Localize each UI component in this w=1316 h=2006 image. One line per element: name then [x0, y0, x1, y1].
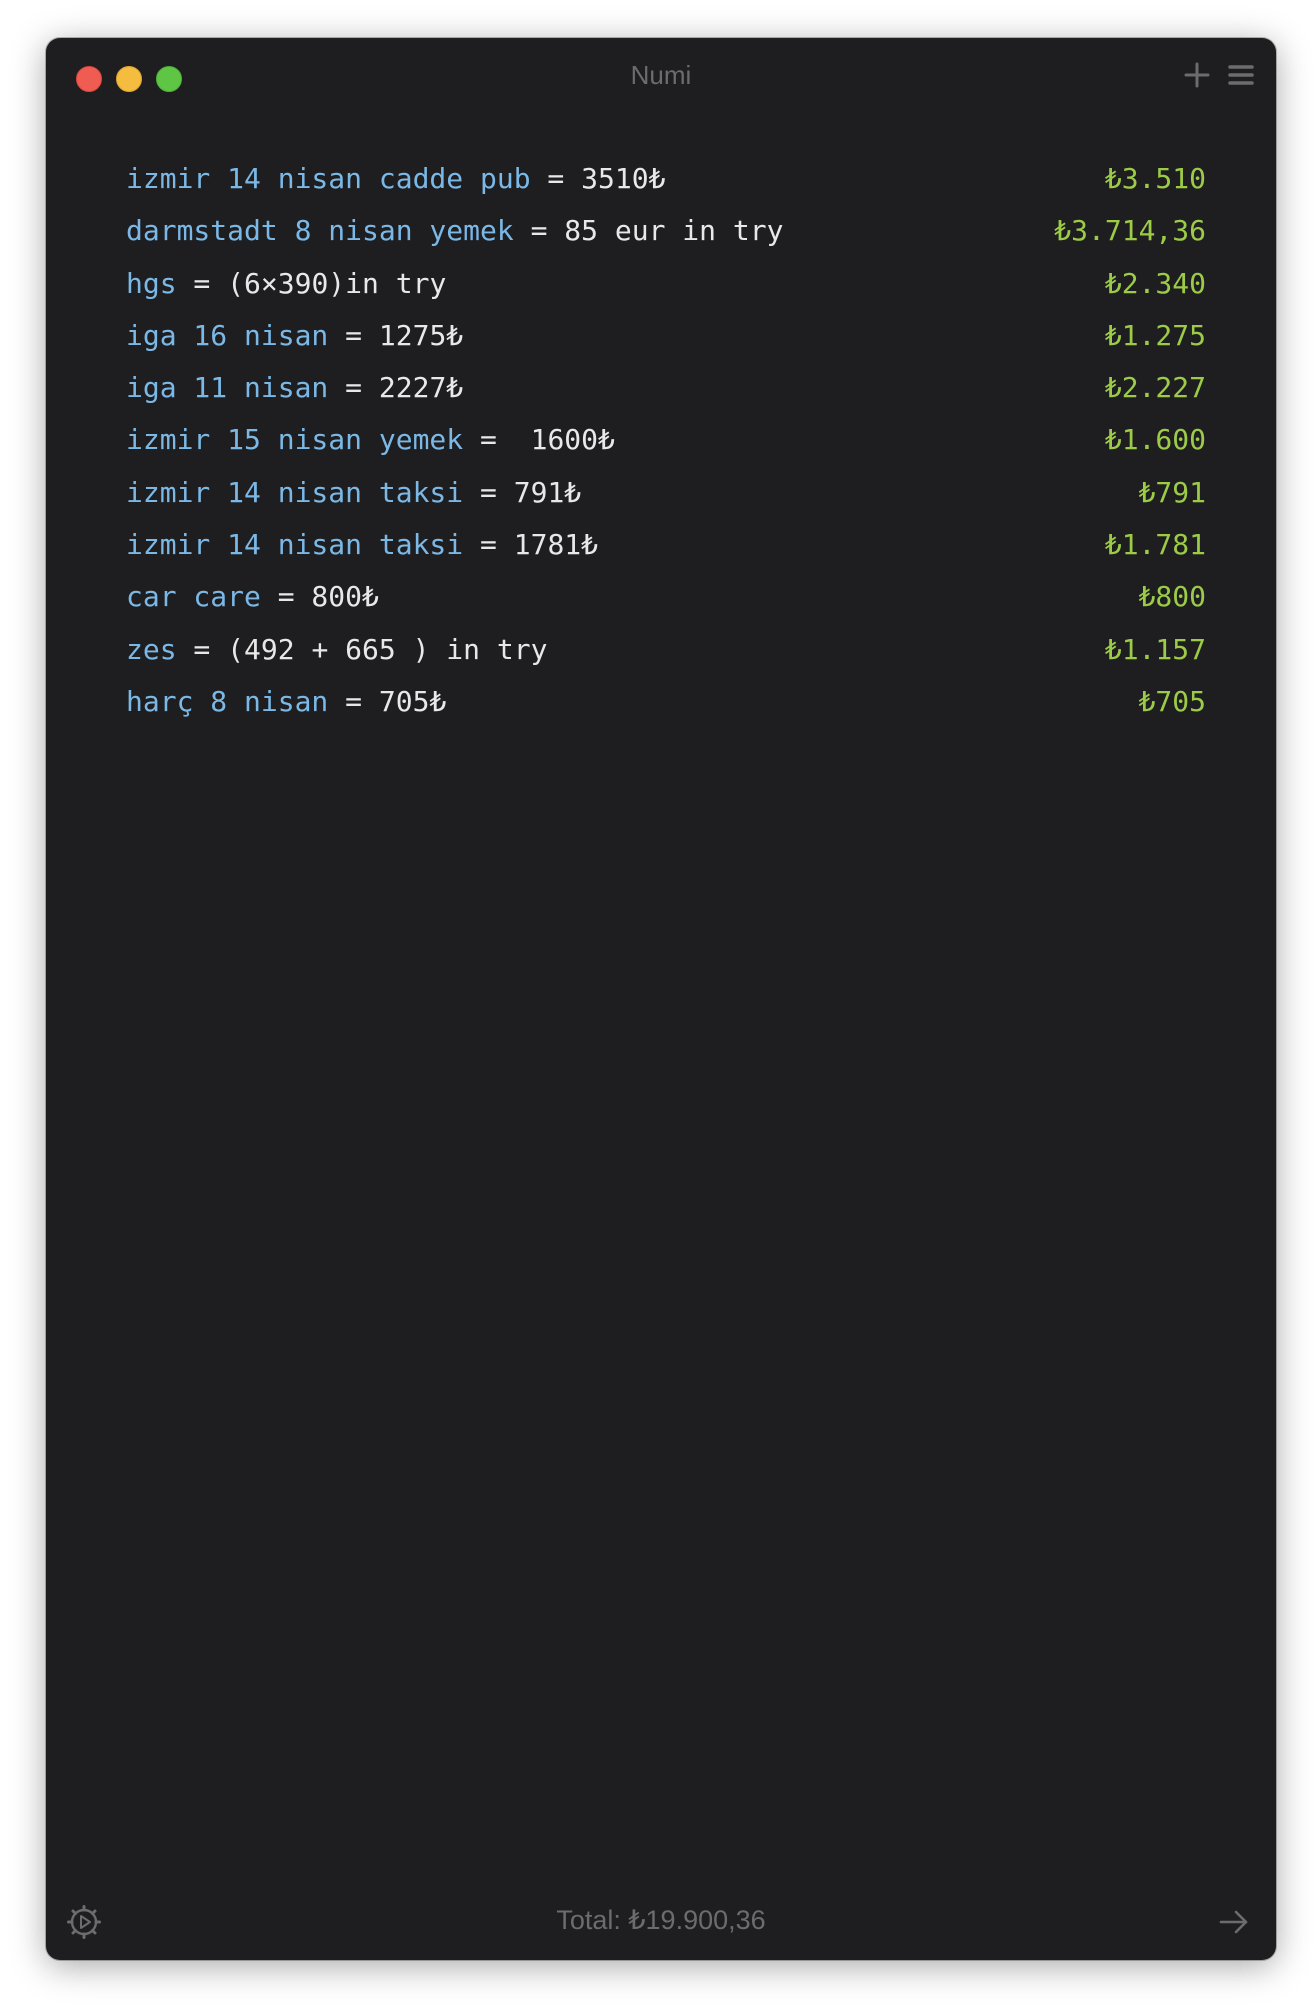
expression-label: hgs [126, 266, 177, 300]
line-expression[interactable]: izmir 14 nisan taksi = 791₺ [126, 476, 581, 509]
expression-formula: = 2227₺ [328, 371, 464, 405]
line-result[interactable]: ₺800 [1139, 580, 1206, 613]
calc-line[interactable]: izmir 14 nisan cadde pub = 3510₺ ₺3.510 [126, 162, 1206, 214]
line-expression[interactable]: iga 16 nisan = 1275₺ [126, 319, 463, 352]
calc-line[interactable]: izmir 14 nisan taksi = 791₺ ₺791 [126, 476, 1206, 528]
expression-label: izmir 14 nisan cadde pub [126, 162, 531, 195]
calc-line[interactable]: darmstadt 8 nisan yemek = 85 eur in try ₺… [126, 214, 1206, 266]
calc-line[interactable]: hgs = (6×390)in try ₺2.340 [126, 267, 1206, 319]
line-expression[interactable]: harç 8 nisan = 705₺ [126, 685, 446, 718]
line-result[interactable]: ₺3.714,36 [1054, 214, 1206, 247]
line-expression[interactable]: darmstadt 8 nisan yemek = 85 eur in try [126, 214, 783, 247]
expression-formula: = 791₺ [463, 475, 582, 509]
expression-label: car care [126, 580, 261, 614]
expression-formula: = 705₺ [328, 684, 447, 718]
line-expression[interactable]: zes = (492 + 665 ) in try [126, 633, 547, 666]
calc-line[interactable]: harç 8 nisan = 705₺ ₺705 [126, 685, 1206, 737]
expression-formula: = (6×390)in try [176, 266, 447, 300]
expression-formula: = (492 + 665 ) in try [176, 632, 548, 666]
expression-formula: = 1781₺ [463, 528, 599, 562]
line-result[interactable]: ₺1.275 [1105, 319, 1206, 352]
line-expression[interactable]: izmir 14 nisan cadde pub = 3510₺ [126, 162, 665, 195]
expression-label: iga 11 nisan [126, 371, 329, 405]
calc-line[interactable]: iga 11 nisan = 2227₺ ₺2.227 [126, 371, 1206, 423]
line-expression[interactable]: hgs = (6×390)in try [126, 267, 446, 300]
expression-formula: = 85 eur in try [513, 214, 784, 248]
calc-line[interactable]: izmir 15 nisan yemek = 1600₺ ₺1.600 [126, 423, 1206, 475]
line-result[interactable]: ₺1.600 [1105, 423, 1206, 456]
hamburger-menu-icon[interactable] [1224, 58, 1258, 92]
calc-line[interactable]: iga 16 nisan = 1275₺ ₺1.275 [126, 319, 1206, 371]
line-expression[interactable]: iga 11 nisan = 2227₺ [126, 371, 463, 404]
expression-label: izmir 15 nisan yemek [126, 423, 464, 457]
expression-label: iga 16 nisan [126, 318, 329, 352]
line-result[interactable]: ₺705 [1139, 685, 1206, 718]
calculation-editor[interactable]: izmir 14 nisan cadde pub = 3510₺ ₺3.510 da… [126, 162, 1206, 737]
line-result[interactable]: ₺2.227 [1105, 371, 1206, 404]
total-label: Total: ₺19.900,36 [556, 1905, 766, 1935]
line-expression[interactable]: izmir 15 nisan yemek = 1600₺ [126, 423, 615, 456]
arrow-right-icon[interactable] [1216, 1904, 1252, 1940]
line-expression[interactable]: izmir 14 nisan taksi = 1781₺ [126, 528, 598, 561]
expression-formula: = 3510₺ [530, 162, 666, 195]
line-result[interactable]: ₺791 [1139, 476, 1206, 509]
line-result[interactable]: ₺3.510 [1105, 162, 1206, 195]
line-result[interactable]: ₺1.157 [1105, 633, 1206, 666]
line-result[interactable]: ₺1.781 [1105, 528, 1206, 561]
expression-label: izmir 14 nisan taksi [126, 528, 464, 562]
plus-icon[interactable] [1180, 58, 1214, 92]
expression-label: darmstadt 8 nisan yemek [126, 214, 514, 248]
numi-window: Numi izmir 14 nisan cadde pub = 3510₺ ₺3.… [46, 38, 1276, 1960]
expression-formula: = 1275₺ [328, 318, 464, 352]
calc-line[interactable]: car care = 800₺ ₺800 [126, 580, 1206, 632]
expression-formula: = 800₺ [260, 580, 379, 614]
expression-label: zes [126, 632, 177, 666]
line-expression[interactable]: car care = 800₺ [126, 580, 379, 613]
title-bar: Numi [46, 38, 1276, 116]
expression-label: harç 8 nisan [126, 684, 329, 718]
window-title: Numi [630, 60, 692, 90]
expression-label: izmir 14 nisan taksi [126, 475, 464, 509]
calc-line[interactable]: izmir 14 nisan taksi = 1781₺ ₺1.781 [126, 528, 1206, 580]
line-result[interactable]: ₺2.340 [1105, 267, 1206, 300]
expression-formula: = 1600₺ [463, 423, 615, 457]
calc-line[interactable]: zes = (492 + 665 ) in try ₺1.157 [126, 633, 1206, 685]
